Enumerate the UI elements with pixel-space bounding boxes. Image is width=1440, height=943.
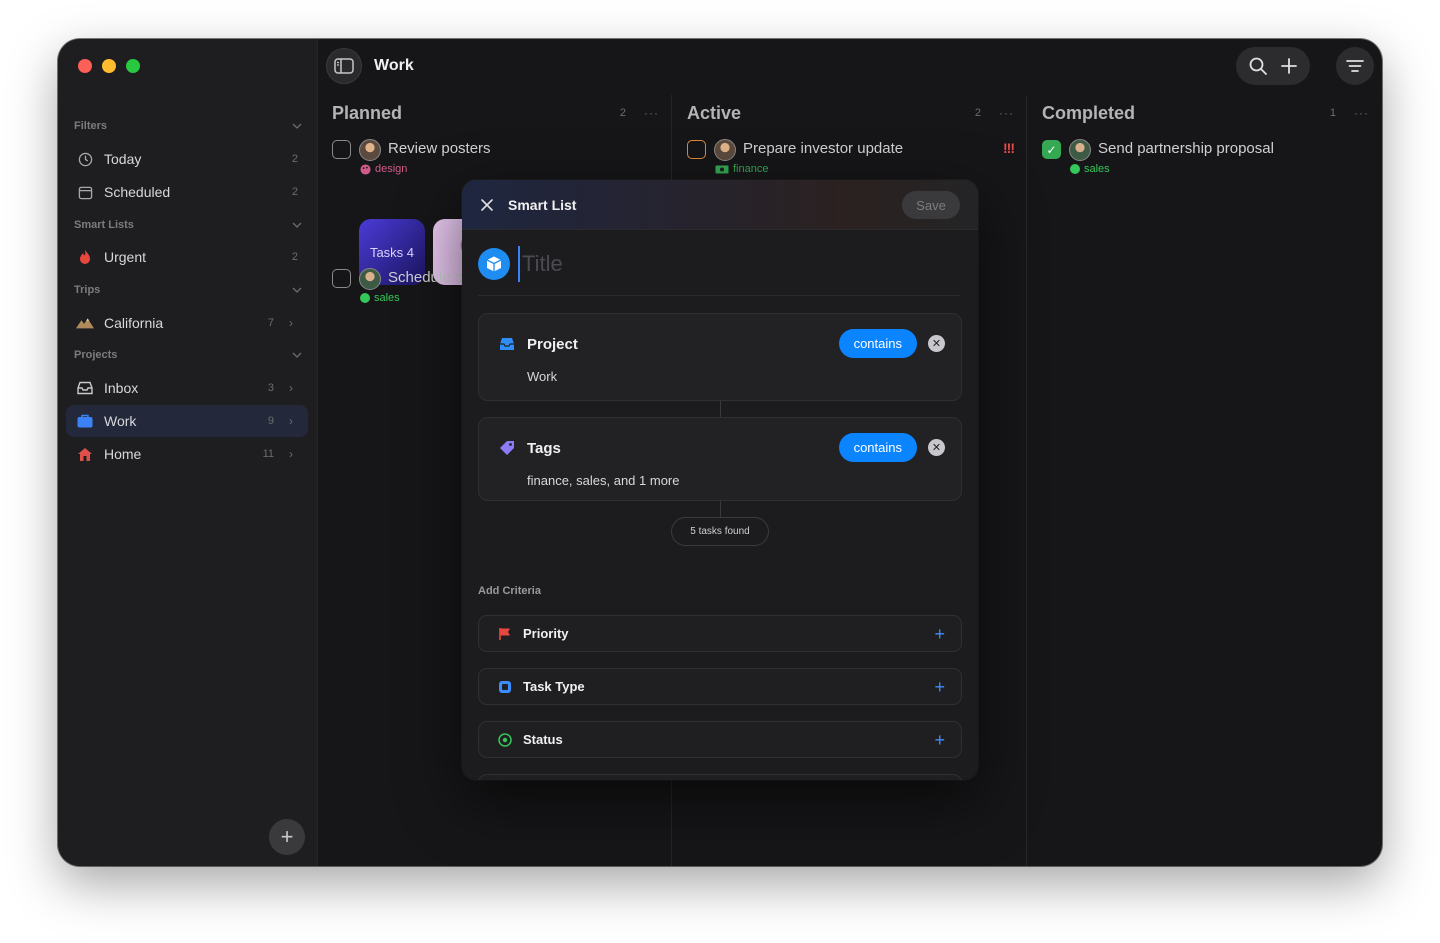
title-input[interactable]	[518, 246, 818, 282]
sales-tag-icon	[1070, 164, 1080, 174]
sidebar-item-home[interactable]: Home 11 ›	[66, 438, 308, 470]
plus-icon[interactable]: +	[934, 678, 945, 696]
criteria-connector	[720, 501, 721, 517]
toolbar: Work	[318, 39, 1382, 95]
chevron-right-icon[interactable]: ›	[284, 381, 298, 395]
task-checkbox[interactable]	[332, 140, 351, 159]
palette-icon	[360, 163, 371, 175]
toolbar-actions	[1236, 47, 1310, 85]
chevron-down-icon	[292, 222, 302, 228]
avatar	[1069, 139, 1091, 161]
tag-sales[interactable]: sales	[360, 292, 400, 304]
task-checkbox-checked[interactable]: ✓	[1042, 140, 1061, 159]
sidebar-item-work[interactable]: Work 9 ›	[66, 405, 308, 437]
calendar-icon	[76, 183, 94, 201]
add-criteria-priority[interactable]: Priority +	[478, 615, 962, 652]
criteria-connector	[720, 401, 721, 417]
operator-dropdown[interactable]: contains	[838, 433, 917, 462]
page-title: Work	[374, 57, 414, 74]
sales-tag-icon	[360, 293, 370, 303]
banknote-icon	[715, 165, 729, 173]
sidebar: Filters Today 2 Scheduled 2 Smart Lists …	[58, 39, 318, 866]
avatar	[359, 139, 381, 161]
filter-menu-button[interactable]	[1336, 47, 1374, 85]
app-window: Filters Today 2 Scheduled 2 Smart Lists …	[58, 39, 1382, 866]
briefcase-icon	[76, 412, 94, 430]
column-header: Planned 2 ···	[332, 102, 659, 123]
title-row	[478, 246, 960, 296]
house-icon	[76, 445, 94, 463]
window-controls	[78, 59, 140, 73]
chevron-right-icon[interactable]: ›	[284, 447, 298, 461]
remove-criteria-button[interactable]: ✕	[928, 335, 945, 352]
tag-design[interactable]: design	[360, 163, 407, 175]
add-criteria-more[interactable]	[478, 774, 962, 780]
clock-icon	[76, 150, 94, 168]
minimize-window-button[interactable]	[102, 59, 116, 73]
task-item[interactable]: Review posters design	[332, 138, 659, 180]
operator-dropdown[interactable]: contains	[838, 329, 917, 358]
avatar	[359, 268, 381, 290]
sidebar-item-inbox[interactable]: Inbox 3 ›	[66, 372, 308, 404]
section-projects[interactable]: Projects	[74, 345, 302, 365]
column-completed: Completed 1 ··· ✓ Send partnership propo…	[1028, 95, 1382, 866]
column-divider	[1026, 95, 1027, 866]
search-icon[interactable]	[1248, 56, 1268, 76]
filter-lines-icon	[1346, 60, 1364, 72]
add-criteria-heading: Add Criteria	[478, 585, 541, 597]
more-icon[interactable]: ···	[1354, 106, 1369, 120]
sidebar-item-scheduled[interactable]: Scheduled 2	[66, 176, 308, 208]
add-criteria-task-type[interactable]: Task Type +	[478, 668, 962, 705]
sidebar-item-today[interactable]: Today 2	[66, 143, 308, 175]
plus-icon[interactable]	[1280, 57, 1298, 75]
remove-criteria-button[interactable]: ✕	[928, 439, 945, 456]
tag-sales[interactable]: sales	[1070, 163, 1110, 175]
task-checkbox[interactable]	[332, 269, 351, 288]
task-item[interactable]: Prepare investor update !!! finance	[687, 138, 1015, 180]
tasks-found-badge: 5 tasks found	[671, 517, 769, 546]
flag-icon	[497, 626, 513, 642]
close-window-button[interactable]	[78, 59, 92, 73]
sidebar-item-urgent[interactable]: Urgent 2	[66, 241, 308, 273]
section-smart-lists[interactable]: Smart Lists	[74, 215, 302, 235]
section-filters[interactable]: Filters	[74, 116, 302, 136]
sidebar-toggle-button[interactable]	[326, 48, 362, 84]
column-header: Completed 1 ···	[1042, 102, 1369, 123]
inbox-icon	[76, 379, 94, 397]
more-icon[interactable]: ···	[999, 106, 1014, 120]
section-trips[interactable]: Trips	[74, 280, 302, 300]
mountain-icon	[76, 314, 94, 332]
zoom-window-button[interactable]	[126, 59, 140, 73]
criteria-tags[interactable]: Tags finance, sales, and 1 more contains…	[478, 417, 962, 501]
priority-indicator: !!!	[1003, 140, 1015, 156]
chevron-down-icon	[292, 287, 302, 293]
square-icon	[497, 679, 513, 695]
add-list-button[interactable]: +	[269, 819, 305, 855]
cube-icon[interactable]	[478, 248, 510, 280]
tag-finance[interactable]: finance	[715, 163, 768, 175]
chevron-right-icon[interactable]: ›	[284, 316, 298, 330]
save-button[interactable]: Save	[902, 191, 960, 219]
dialog-header: Smart List Save	[462, 180, 978, 230]
criteria-project[interactable]: Project Work contains ✕	[478, 313, 962, 401]
plus-icon[interactable]: +	[934, 625, 945, 643]
avatar	[714, 139, 736, 161]
plus-icon[interactable]: +	[934, 731, 945, 749]
close-icon[interactable]	[478, 196, 496, 214]
sidebar-item-california[interactable]: California 7 ›	[66, 307, 308, 339]
add-criteria-status[interactable]: Status +	[478, 721, 962, 758]
task-checkbox[interactable]	[687, 140, 706, 159]
status-circle-icon	[497, 732, 513, 748]
inbox-icon	[500, 338, 514, 350]
smart-list-dialog: Smart List Save Project Work contains ✕ …	[462, 180, 978, 780]
tag-icon	[500, 441, 514, 455]
flame-icon	[76, 248, 94, 266]
chevron-down-icon	[292, 123, 302, 129]
column-header: Active 2 ···	[687, 102, 1014, 123]
task-item[interactable]: ✓ Send partnership proposal sales	[1042, 138, 1369, 180]
more-icon[interactable]: ···	[644, 106, 659, 120]
chevron-right-icon[interactable]: ›	[284, 414, 298, 428]
chevron-down-icon	[292, 352, 302, 358]
sidebar-icon	[334, 58, 354, 74]
